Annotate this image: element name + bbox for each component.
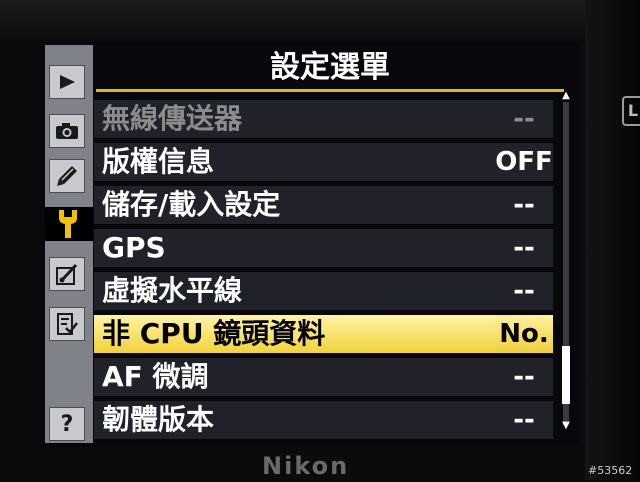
menu-item-value: --: [495, 100, 553, 138]
menu-item-wireless-transmitter[interactable]: 無線傳送器: [94, 100, 498, 138]
menu-item-non-cpu-lens-data[interactable]: 非 CPU 鏡頭資料: [94, 315, 498, 353]
watermark: #53562: [588, 464, 633, 477]
camera-bezel-top: [0, 0, 640, 40]
menu-item-firmware-version[interactable]: 韌體版本: [94, 401, 498, 439]
title-underline: [96, 89, 564, 92]
playback-tab[interactable]: [49, 65, 85, 99]
lcd-screen: ? 設定選單 無線傳送器 -- 版權信息 OFF 儲存/載入設定 -- GPS …: [40, 42, 580, 447]
camera-icon: [55, 122, 79, 140]
my-menu-icon: [55, 312, 79, 336]
menu-item-save-load-settings[interactable]: 儲存/載入設定: [94, 186, 498, 224]
menu-item-value: --: [495, 186, 553, 224]
menu-item-value: --: [495, 229, 553, 267]
help-tab[interactable]: ?: [49, 407, 85, 441]
menu-item-value: --: [495, 272, 553, 310]
playback-icon: [57, 74, 77, 90]
menu-item-copyright-info[interactable]: 版權信息: [94, 143, 498, 181]
camera-brand-logo: Nikon: [262, 452, 350, 480]
menu-item-value: --: [495, 401, 553, 439]
scrollbar-thumb[interactable]: [562, 346, 570, 404]
menu-item-value: No. 1: [495, 315, 553, 387]
menu-tab-strip: ?: [45, 45, 93, 443]
menu-item-virtual-horizon[interactable]: 虛擬水平線: [94, 272, 498, 310]
help-icon: ?: [60, 411, 74, 437]
menu-item-af-fine-tune[interactable]: AF 微調: [94, 358, 498, 396]
pencil-icon: [55, 164, 79, 188]
setup-tab[interactable]: [45, 207, 93, 241]
camera-side-label: L: [622, 96, 640, 126]
retouch-brush-icon: [55, 262, 79, 286]
camera-bezel-right: [585, 0, 640, 480]
my-menu-tab[interactable]: [49, 307, 85, 341]
wrench-icon: [56, 208, 80, 240]
scroll-down-arrow-icon: ▼: [562, 420, 570, 431]
retouch-tab[interactable]: [49, 257, 85, 291]
custom-settings-tab[interactable]: [49, 159, 85, 193]
menu-item-gps[interactable]: GPS: [94, 229, 498, 267]
menu-item-value: --: [495, 358, 553, 396]
menu-item-value: OFF: [495, 143, 553, 181]
shooting-tab[interactable]: [49, 114, 85, 148]
page-title: 設定選單: [270, 50, 390, 85]
